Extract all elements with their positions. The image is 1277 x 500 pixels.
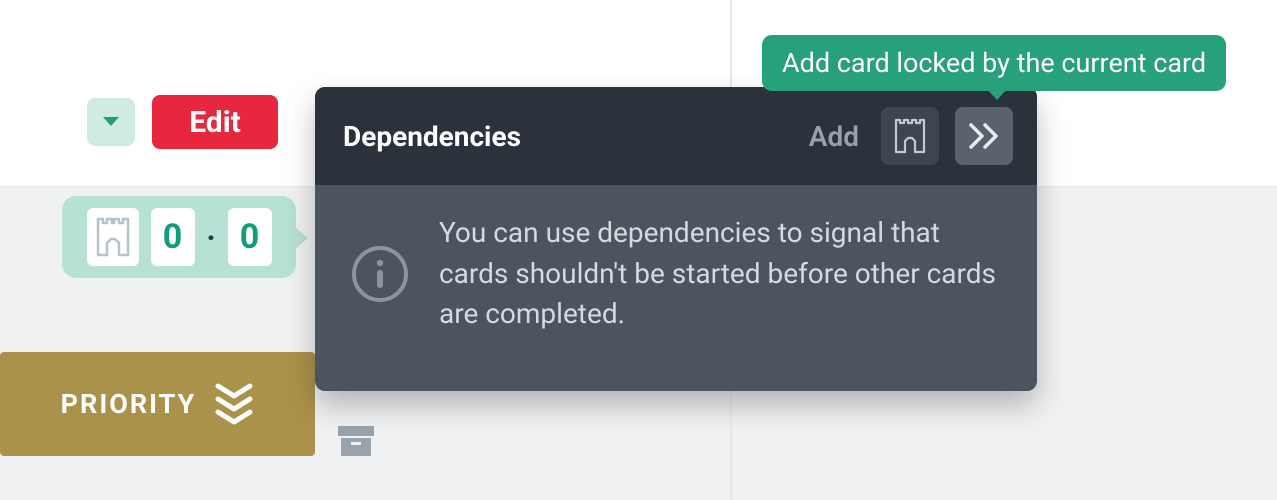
castle-icon [95, 217, 131, 257]
dependency-blocking-count: 0 [151, 208, 195, 266]
priority-badge[interactable]: PRIORITY [0, 352, 315, 456]
add-locked-card-button[interactable] [955, 107, 1013, 165]
info-icon [351, 245, 409, 303]
archive-button[interactable] [336, 424, 376, 458]
dependency-pill-pointer [294, 226, 308, 250]
card-options-dropdown[interactable] [87, 98, 135, 146]
tooltip-arrow [986, 88, 1008, 100]
add-blocking-card-button[interactable] [881, 107, 939, 165]
dependencies-info-text: You can use dependencies to signal that … [439, 213, 997, 335]
dependencies-popover-header: Dependencies Add [315, 87, 1037, 185]
dependencies-title: Dependencies [343, 120, 793, 153]
dependencies-popover: Dependencies Add You can use dependencie… [315, 87, 1037, 391]
caret-down-icon [102, 116, 120, 128]
tooltip-text: Add card locked by the current card [782, 47, 1206, 79]
dependency-castle-slot [87, 208, 139, 266]
castle-icon [893, 118, 927, 154]
tooltip: Add card locked by the current card [762, 35, 1226, 91]
add-label: Add [809, 120, 859, 153]
edit-button-label: Edit [189, 105, 241, 140]
dependency-counter[interactable]: 0 · 0 [62, 196, 296, 278]
dependency-blocked-count: 0 [228, 208, 272, 266]
edit-button[interactable]: Edit [152, 95, 278, 149]
dependency-separator-dot: · [207, 221, 216, 254]
chevron-down-stack-icon [214, 382, 254, 426]
priority-label: PRIORITY [61, 388, 197, 420]
archive-icon [336, 424, 376, 458]
dependencies-popover-body: You can use dependencies to signal that … [315, 185, 1037, 363]
double-chevron-right-icon [967, 122, 1001, 150]
